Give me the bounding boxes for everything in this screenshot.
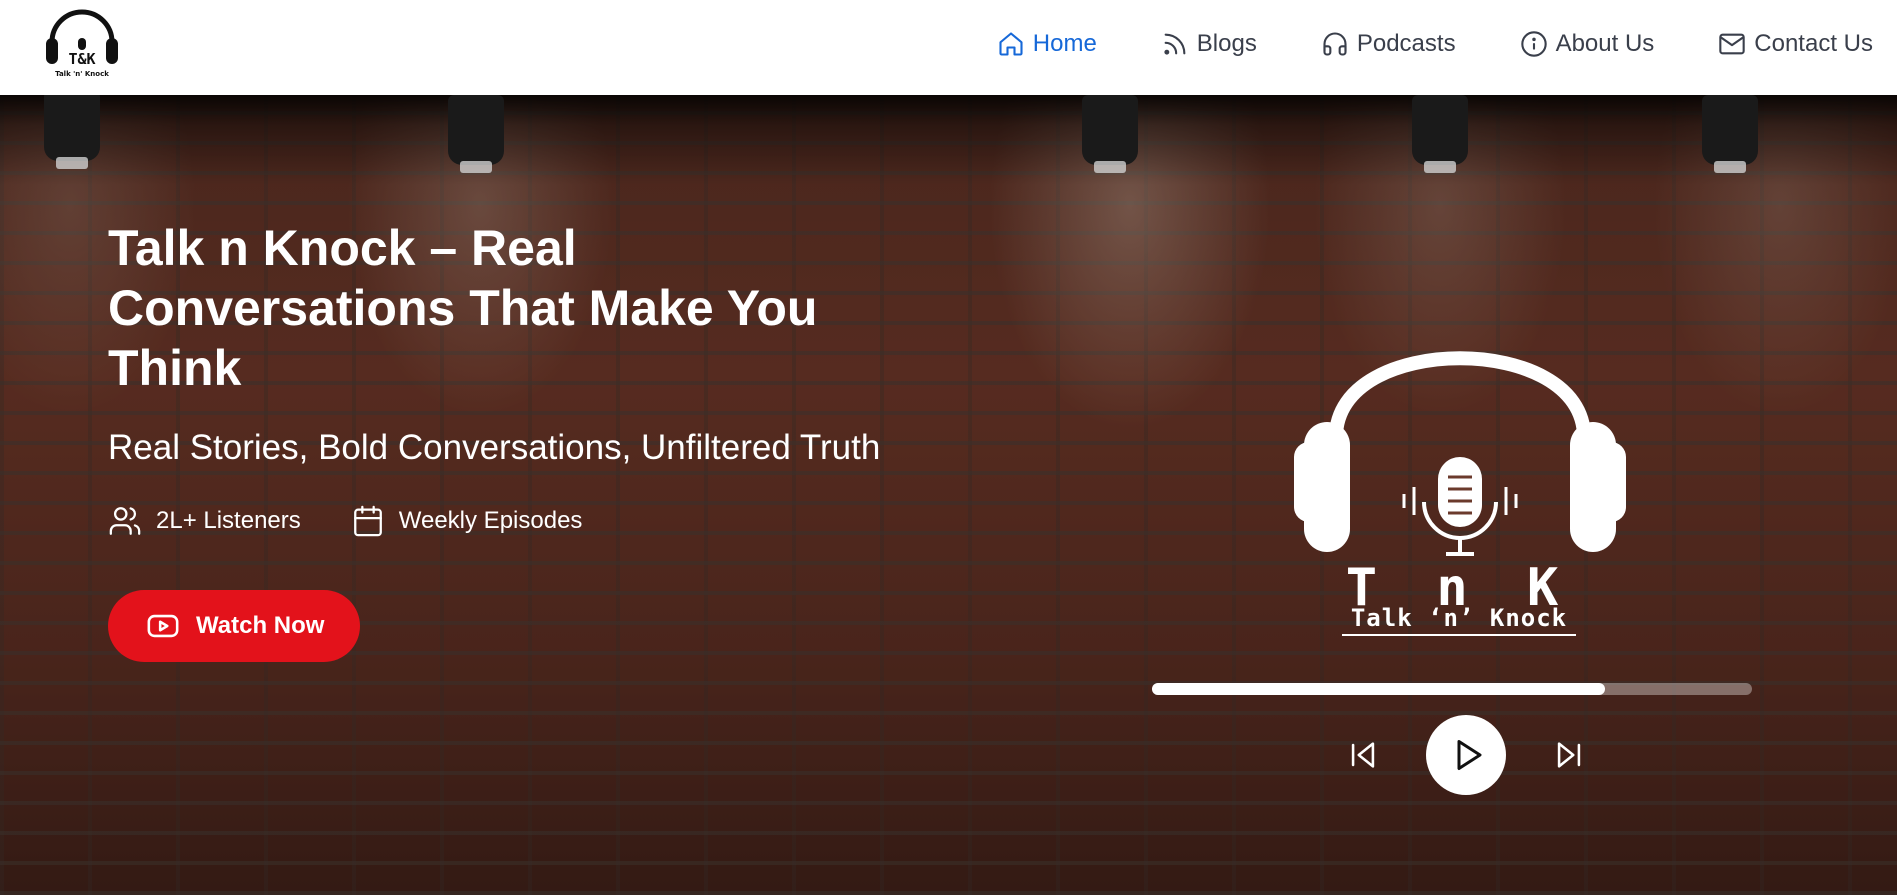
play-icon (1457, 740, 1482, 770)
play-button[interactable] (1426, 715, 1506, 795)
brand-caption: Talk ‘n’ Knock (1350, 604, 1568, 632)
top-navbar: T&K Talk 'n' Knock Home Blogs Podcasts A… (0, 0, 1897, 95)
progress-bar[interactable] (1152, 683, 1752, 695)
watch-now-label: Watch Now (196, 612, 325, 639)
progress-fill (1152, 683, 1605, 695)
skip-back-button[interactable] (1346, 738, 1380, 772)
nav-home-label: Home (1032, 30, 1097, 57)
stat-listeners-label: 2L+ Listeners (156, 507, 301, 534)
calendar-icon (353, 505, 382, 537)
stat-listeners: 2L+ Listeners (108, 504, 301, 538)
skip-forward-icon (1557, 742, 1581, 768)
brand-underline (1342, 634, 1576, 636)
mail-icon (1719, 33, 1745, 55)
spotlight (44, 95, 100, 169)
spotlight (1082, 95, 1138, 173)
headphones-icon (1323, 32, 1347, 56)
hero-content: Talk n Knock – Real Conversations That M… (108, 218, 928, 662)
nav-podcasts-label: Podcasts (1356, 30, 1456, 57)
nav-about-label: About Us (1555, 30, 1655, 57)
spotlight (448, 95, 504, 173)
nav-about[interactable]: About Us (1520, 30, 1655, 58)
skip-back-icon (1351, 742, 1375, 768)
nav-blogs-label: Blogs (1196, 30, 1257, 57)
spotlight (1412, 95, 1468, 173)
hero-title: Talk n Knock – Real Conversations That M… (108, 220, 818, 396)
youtube-icon (147, 614, 179, 638)
svg-text:Talk 'n' Knock: Talk 'n' Knock (55, 70, 109, 78)
users-icon (109, 507, 141, 535)
spotlight (1702, 95, 1758, 173)
info-icon (1520, 31, 1547, 57)
stat-episodes-label: Weekly Episodes (398, 507, 583, 534)
nav-blogs[interactable]: Blogs (1161, 30, 1257, 58)
stat-episodes: Weekly Episodes (351, 504, 583, 538)
svg-text:T&K: T&K (68, 50, 95, 68)
rss-icon (1164, 33, 1186, 55)
nav-contact[interactable]: Contact Us (1718, 30, 1873, 58)
nav-contact-label: Contact Us (1754, 30, 1873, 57)
skip-forward-button[interactable] (1552, 738, 1586, 772)
watch-now-button[interactable]: Watch Now (108, 590, 361, 662)
home-icon (999, 32, 1023, 56)
main-nav: Home Blogs Podcasts About Us Contact Us (933, 30, 1873, 58)
hero-stats: 2L+ Listeners Weekly Episodes (108, 504, 928, 538)
nav-home[interactable]: Home (997, 30, 1097, 58)
player-controls (1346, 715, 1586, 795)
nav-podcasts[interactable]: Podcasts (1321, 30, 1456, 58)
site-logo[interactable]: T&K Talk 'n' Knock (42, 2, 122, 80)
hero-subtitle: Real Stories, Bold Conversations, Unfilt… (108, 428, 881, 467)
